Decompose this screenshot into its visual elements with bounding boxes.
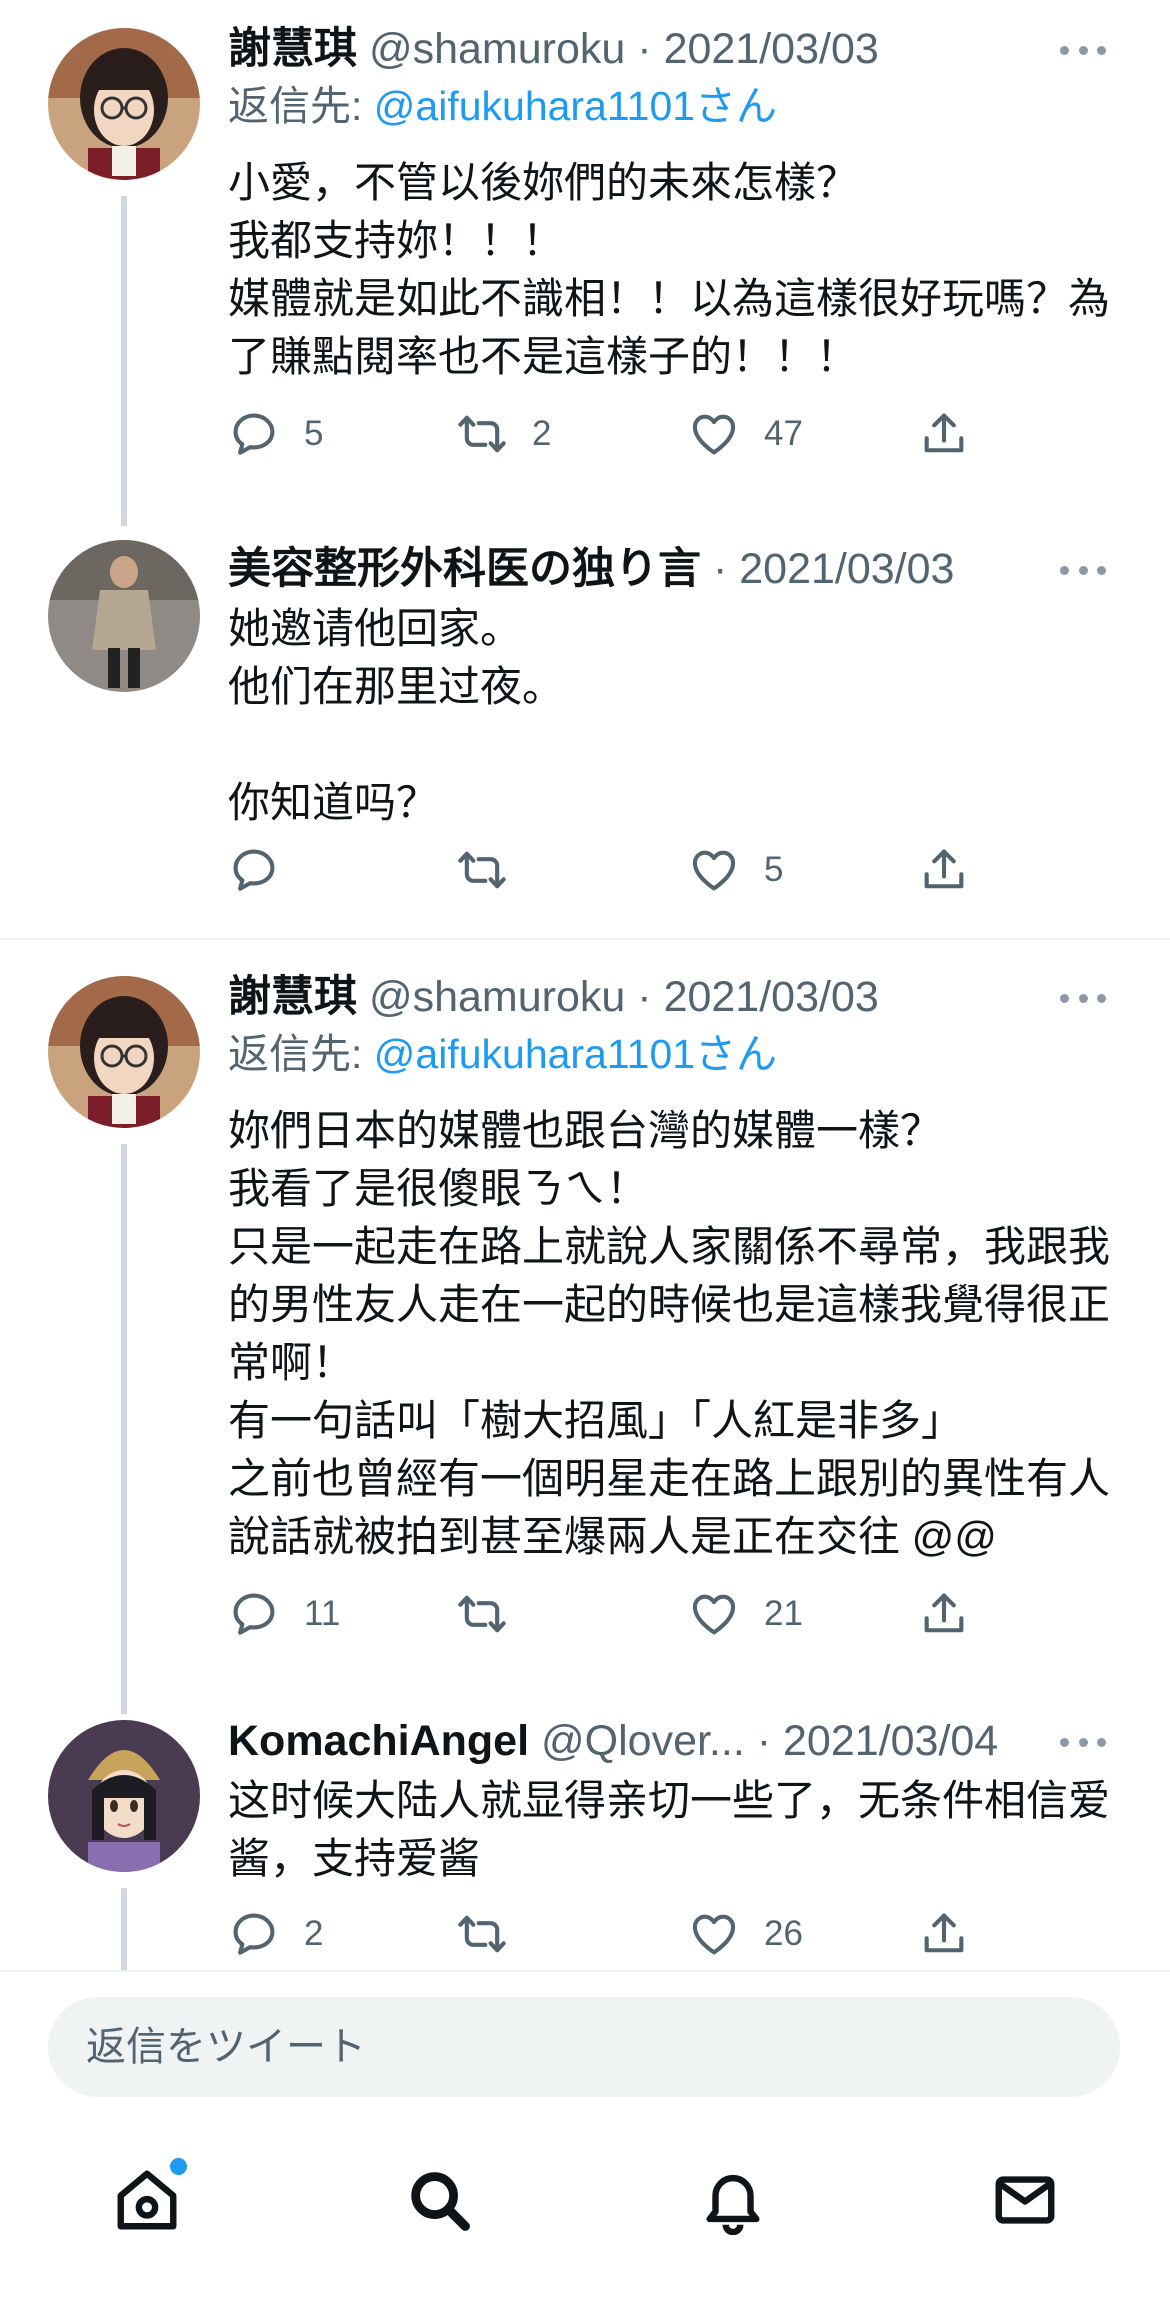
heart-icon [692, 1594, 736, 1635]
share-icon [924, 1593, 964, 1633]
tweet-text: 小愛，不管以後妳們的未來怎樣？ 我都支持妳！！！ 媒體就是如此不識相！！以為這樣… [228, 159, 1111, 380]
reply-button[interactable]: 2 [228, 1904, 323, 1964]
like-button[interactable]: 5 [688, 840, 783, 900]
heart-icon [692, 850, 736, 891]
tweet-actions: 5 2 47 [228, 404, 1170, 464]
share-icon [924, 413, 964, 453]
conversation-divider [0, 938, 1170, 940]
tweet-actions: 2 26 [228, 1904, 1170, 1964]
bottom-tab-bar [0, 2120, 1170, 2314]
thread-line [121, 1144, 127, 1714]
tab-messages[interactable] [985, 2160, 1065, 2240]
tweet[interactable]: KomachiAngel @Qlover... · 2021/03/04 这时候… [0, 1712, 1170, 1970]
tab-search[interactable] [399, 2160, 479, 2240]
more-options-icon[interactable] [1048, 1722, 1118, 1762]
tweet-actions: 5 [228, 840, 1170, 900]
reply-count: 11 [304, 1594, 341, 1633]
search-icon [411, 2172, 470, 2231]
author-name[interactable]: 謝慧琪 [228, 973, 357, 1021]
reply-icon [233, 1593, 275, 1635]
retweet-button[interactable] [456, 840, 532, 900]
tweet-text: 她邀请他回家。 他们在那里过夜。 你知道吗？ [228, 605, 565, 826]
reply-icon [233, 849, 275, 891]
separator-dot: · [756, 1717, 772, 1765]
retweet-icon [458, 415, 506, 453]
avatar[interactable] [48, 28, 200, 180]
tweet-date[interactable]: 2021/03/03 [664, 25, 879, 73]
tweet-text: 妳們日本的媒體也跟台灣的媒體一樣？ 我看了是很傻眼ㄋㄟ！ 只是一起走在路上就說人… [228, 1107, 1111, 1560]
reply-thread: 謝慧琪 @shamuroku · 2021/03/03 返信先: @aifuku… [0, 0, 1170, 1970]
replying-to: 返信先: @aifukuhara1101さん [228, 78, 1130, 134]
retweet-button[interactable]: 2 [456, 404, 551, 464]
like-button[interactable]: 47 [688, 404, 803, 464]
tab-home[interactable] [107, 2158, 187, 2240]
reply-button[interactable]: 5 [228, 404, 323, 464]
separator-dot: · [637, 973, 652, 1021]
author-name[interactable]: 謝慧琪 [228, 25, 357, 73]
share-button[interactable] [918, 840, 970, 900]
like-count: 26 [764, 1914, 803, 1953]
share-icon [924, 849, 964, 889]
author-handle[interactable]: @shamuroku [369, 25, 625, 73]
retweet-icon [458, 851, 506, 889]
share-icon [924, 1913, 964, 1953]
avatar[interactable] [48, 540, 200, 692]
more-options-icon[interactable] [1048, 978, 1118, 1018]
replying-to-label: 返信先: [228, 83, 374, 129]
tweet-date[interactable]: 2021/03/03 [664, 973, 879, 1021]
author-name[interactable]: KomachiAngel [228, 1717, 529, 1765]
thread-line [121, 1888, 127, 1970]
separator-dot: · [637, 25, 652, 73]
author-handle[interactable]: @shamuroku [369, 973, 625, 1021]
retweet-button[interactable] [456, 1584, 532, 1644]
heart-icon [692, 1914, 736, 1955]
bell-icon [706, 2174, 760, 2235]
tweet[interactable]: 謝慧琪 @shamuroku · 2021/03/03 返信先: @aifuku… [0, 968, 1170, 1714]
mention-link[interactable]: @aifukuhara1101さん [374, 83, 777, 129]
share-button[interactable] [918, 404, 970, 464]
tweet-date[interactable]: 2021/03/04 [783, 1717, 998, 1765]
tweet[interactable]: 美容整形外科医の独り言 · 2021/03/03 她邀请他回家。 他们在那里过夜… [0, 540, 1170, 940]
like-count: 21 [764, 1594, 803, 1633]
heart-icon [692, 414, 736, 455]
like-count: 5 [764, 850, 784, 889]
reply-count: 2 [304, 1914, 324, 1953]
more-options-icon[interactable] [1048, 550, 1118, 590]
home-icon [117, 2170, 177, 2230]
mention-link[interactable]: @aifukuhara1101さん [374, 1031, 777, 1077]
retweet-icon [458, 1915, 506, 1953]
reply-input[interactable]: 返信をツイート [48, 1997, 1120, 2097]
replying-to: 返信先: @aifukuhara1101さん [228, 1026, 1130, 1082]
replying-to-label: 返信先: [228, 1031, 374, 1077]
author-handle[interactable]: @Qlover... [541, 1717, 745, 1765]
thread-line [121, 196, 127, 526]
tweet-text: 这时候大陆人就显得亲切一些了，无条件相信爱酱，支持爱酱 [228, 1777, 1111, 1882]
avatar[interactable] [48, 1720, 200, 1872]
reply-button[interactable] [228, 840, 304, 900]
tweet-actions: 11 21 [228, 1584, 1170, 1644]
tweet[interactable]: 謝慧琪 @shamuroku · 2021/03/03 返信先: @aifuku… [0, 20, 1170, 526]
like-count: 47 [764, 414, 803, 453]
reply-button[interactable]: 11 [228, 1584, 340, 1644]
avatar[interactable] [48, 976, 200, 1128]
reply-icon [233, 413, 275, 455]
share-button[interactable] [918, 1904, 970, 1964]
tweet-date[interactable]: 2021/03/03 [739, 545, 954, 593]
retweet-count: 2 [532, 414, 552, 453]
like-button[interactable]: 21 [688, 1584, 803, 1644]
retweet-button[interactable] [456, 1904, 532, 1964]
mail-icon [995, 2176, 1055, 2224]
reply-icon [233, 1913, 275, 1955]
separator-dot: · [712, 545, 728, 593]
more-options-icon[interactable] [1048, 30, 1118, 70]
reply-composer-bar: 返信をツイート [0, 1970, 1170, 2097]
tab-notifications[interactable] [693, 2160, 773, 2240]
reply-count: 5 [304, 414, 324, 453]
author-name[interactable]: 美容整形外科医の独り言 [228, 545, 701, 593]
notification-dot [170, 2158, 187, 2175]
share-button[interactable] [918, 1584, 970, 1644]
retweet-icon [458, 1595, 506, 1633]
like-button[interactable]: 26 [688, 1904, 803, 1964]
